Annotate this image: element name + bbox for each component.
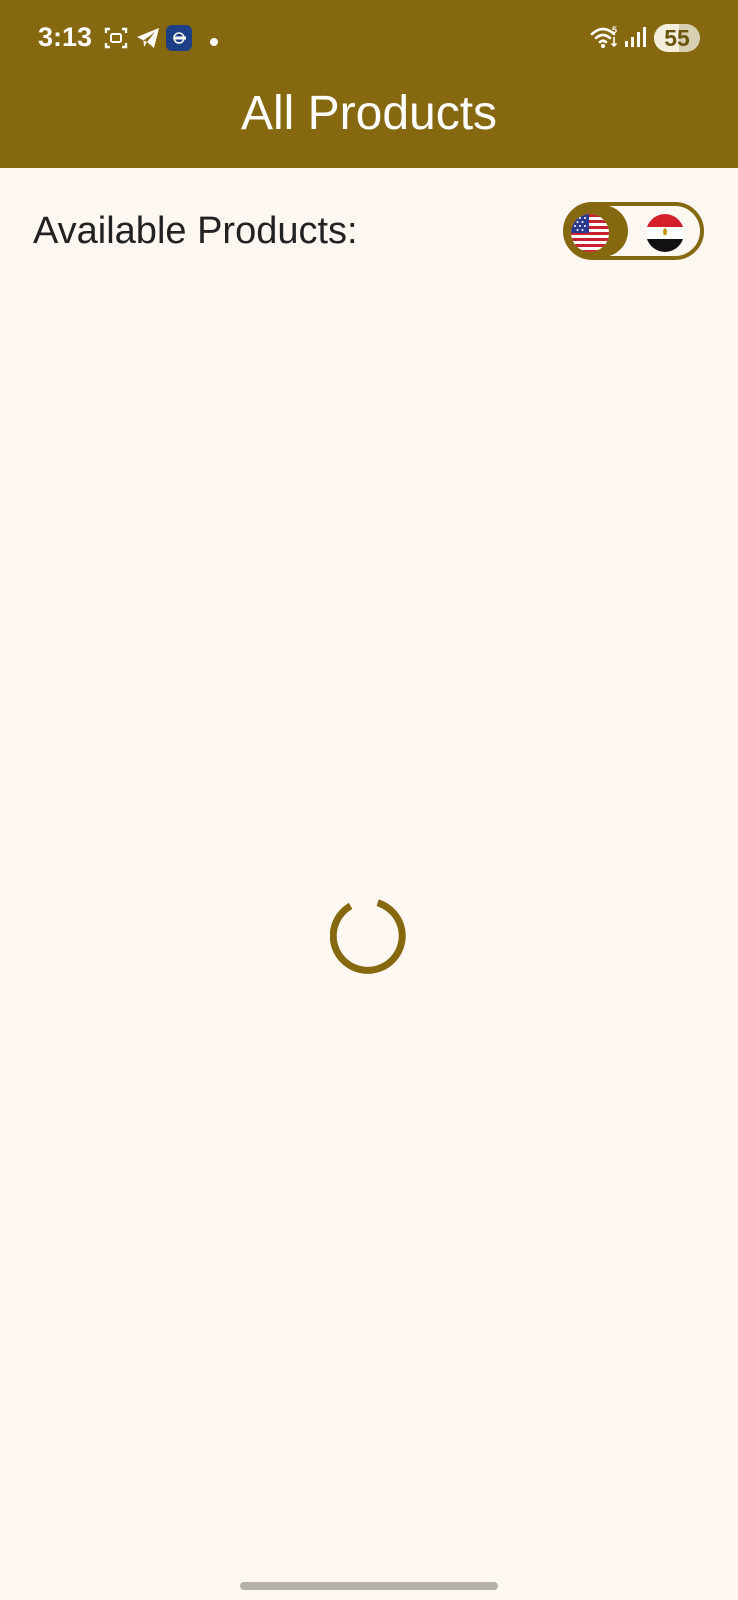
currency-toggle[interactable]	[563, 202, 704, 260]
wifi-icon: 5	[590, 24, 620, 55]
loading-spinner	[329, 898, 408, 981]
egypt-flag-icon[interactable]	[646, 214, 684, 252]
battery-icon: 55	[654, 24, 700, 52]
notification-dot-icon	[209, 34, 219, 52]
svg-text:5: 5	[612, 25, 617, 35]
app-bar: 3:13 5 55 All Products	[0, 0, 738, 168]
status-bar: 3:13 5 55	[0, 0, 738, 76]
battery-level: 55	[664, 25, 690, 51]
status-time: 3:13	[38, 22, 93, 52]
signal-icon	[624, 26, 646, 53]
us-flag-icon[interactable]	[571, 214, 609, 252]
section-label: Available Products:	[33, 210, 358, 252]
app-notification-icon	[166, 25, 192, 56]
telegram-icon	[135, 26, 161, 55]
home-indicator[interactable]	[240, 1582, 498, 1590]
screenshot-icon	[104, 26, 128, 55]
page-title: All Products	[240, 87, 498, 140]
